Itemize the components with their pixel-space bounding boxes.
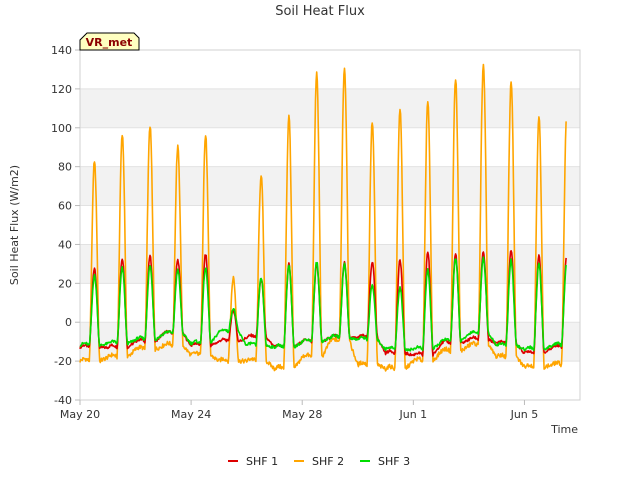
y-tick-label: -40 xyxy=(54,394,72,407)
y-tick-label: 140 xyxy=(51,44,72,57)
legend: SHF 1 SHF 2 SHF 3 xyxy=(228,455,410,468)
x-axis-ticks: May 20 May 24 May 28 Jun 1 Jun 5 xyxy=(60,400,538,421)
chart-title: Soil Heat Flux xyxy=(275,4,365,19)
legend-label: SHF 3 xyxy=(378,455,410,468)
legend-item: SHF 2 xyxy=(294,455,344,468)
y-axis-ticks: -40 -20 0 20 40 60 80 100 120 140 xyxy=(51,44,80,407)
y-tick-label: 120 xyxy=(51,83,72,96)
grid-band xyxy=(80,205,580,245)
legend-item: SHF 3 xyxy=(360,455,410,468)
x-tick-label: Jun 1 xyxy=(398,408,427,421)
grid-band xyxy=(80,166,580,206)
y-tick-label: -20 xyxy=(54,355,72,368)
legend-label: SHF 1 xyxy=(246,455,278,468)
y-tick-label: 20 xyxy=(58,277,72,290)
grid-band xyxy=(80,50,580,89)
grid-band xyxy=(80,88,580,128)
x-tick-label: May 24 xyxy=(171,408,211,421)
legend-item: SHF 1 xyxy=(228,455,278,468)
grid-band xyxy=(80,127,580,167)
y-tick-label: 0 xyxy=(65,316,72,329)
legend-label: SHF 2 xyxy=(312,455,344,468)
x-tick-label: Jun 5 xyxy=(510,408,539,421)
x-tick-label: May 20 xyxy=(60,408,100,421)
y-axis-label: Soil Heat Flux (W/m2) xyxy=(8,165,21,285)
x-tick-label: May 28 xyxy=(282,408,322,421)
x-axis-label: Time xyxy=(550,423,578,436)
chart: Soil Heat Flux -40-20020406080100120140 … xyxy=(8,4,581,468)
y-tick-label: 40 xyxy=(58,238,72,251)
grid-band xyxy=(80,361,580,400)
y-tick-label: 80 xyxy=(58,161,72,174)
y-tick-label: 100 xyxy=(51,122,72,135)
site-badge: VR_met xyxy=(79,32,140,51)
grid-band xyxy=(80,244,580,284)
y-tick-label: 60 xyxy=(58,200,72,213)
site-badge-text: VR_met xyxy=(86,36,133,49)
